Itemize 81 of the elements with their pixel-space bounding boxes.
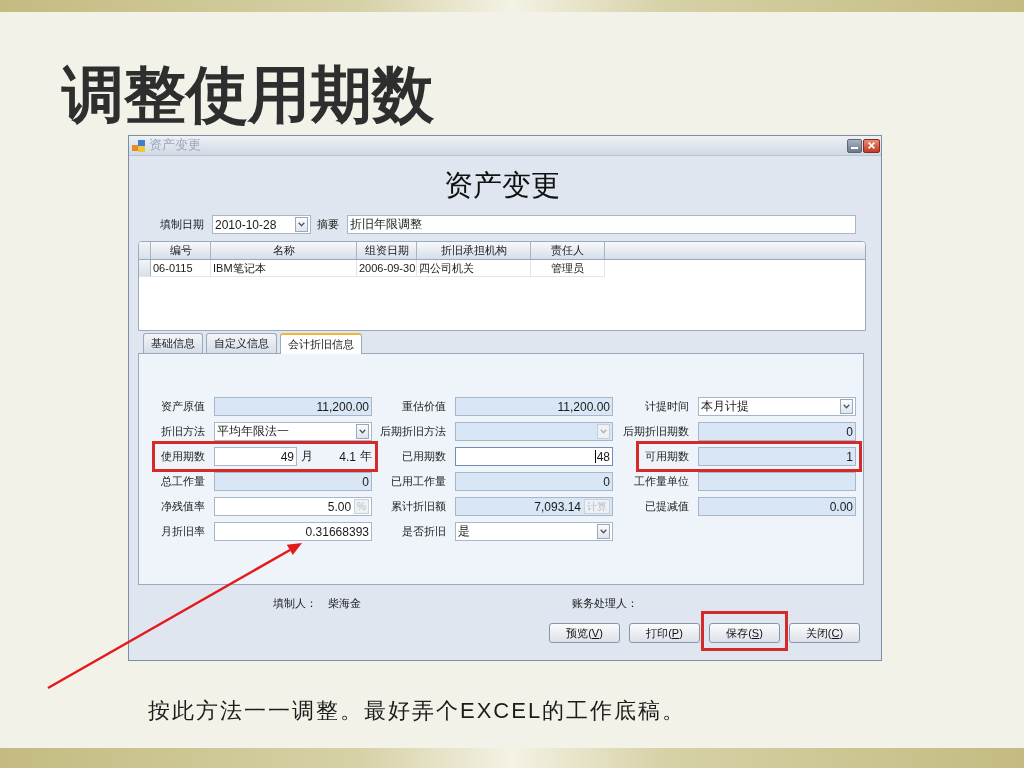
text-field[interactable]: 5.00 % [214,497,372,516]
app-icon [132,139,145,152]
text-field[interactable]: 0.00 [698,497,856,516]
text-field[interactable]: 0 [698,422,856,441]
field-label: 可用期数 [645,449,689,464]
table-cell: 四公司机关 [417,260,531,277]
column-header[interactable]: 名称 [211,242,357,259]
dropdown-button[interactable] [295,217,308,232]
field-label: 重估价值 [402,399,446,414]
text-field[interactable]: 11,200.00 [214,397,372,416]
text-field[interactable]: 0 [455,472,613,491]
table-cell: IBM笔记本 [211,260,357,277]
column-header[interactable]: 组资日期 [357,242,417,259]
table-cell: 06-0115 [151,260,211,277]
dropdown-button[interactable] [356,424,369,439]
text-field[interactable]: 折旧年限调整 [347,215,856,234]
text-field[interactable]: 48 [455,447,613,466]
field-label: 已用期数 [402,449,446,464]
field-label: 月折旧率 [161,524,205,539]
close-icon [868,142,875,149]
dialog-button[interactable]: 保存(S) [709,623,780,643]
field-label: 已用工作量 [391,474,446,489]
field-label: 折旧方法 [161,424,205,439]
field-label: 已提减值 [645,499,689,514]
field-label: 填制日期 [160,217,204,232]
chevron-down-icon [600,529,607,534]
tab[interactable]: 基础信息 [143,333,203,353]
footer-label: 账务处理人： [572,596,638,610]
field-label: 计提时间 [645,399,689,414]
years-value: 4.1 [339,449,356,464]
text-field[interactable]: 1 [698,447,856,466]
row-header-cell [139,242,151,259]
text-field[interactable]: 49 [214,447,297,466]
dialog-button[interactable]: 预览(V) [549,623,620,643]
field-label: 摘要 [317,217,339,232]
field-label: 资产原值 [161,399,205,414]
dropdown-field[interactable] [455,422,613,441]
field-label: 是否折旧 [402,524,446,539]
chevron-down-icon [600,429,607,434]
text-field[interactable]: 0 [214,472,372,491]
dropdown-button[interactable] [597,524,610,539]
field-label: 工作量单位 [634,474,689,489]
footer-value: 柴海金 [328,596,361,610]
column-header[interactable]: 折旧承担机构 [417,242,531,259]
minimize-button[interactable] [847,138,862,153]
chevron-down-icon [359,429,366,434]
row-header-cell[interactable] [139,260,151,277]
field-label: 后期折旧方法 [380,424,446,439]
dropdown-field[interactable]: 是 [455,522,613,541]
minimize-icon [851,146,858,149]
unit-label: 月 [301,448,313,465]
dialog-button[interactable]: 打印(P) [629,623,700,643]
table-cell: 管理员 [531,260,605,277]
text-cursor [594,450,596,463]
field-label: 使用期数 [161,449,205,464]
slide-title: 调整使用期数 [62,61,434,129]
chevron-down-icon [298,222,305,227]
text-field[interactable]: 0.31668393 [214,522,372,541]
dialog-button[interactable]: 关闭(C) [789,623,860,643]
tab[interactable]: 自定义信息 [206,333,277,353]
field-label: 累计折旧额 [391,499,446,514]
chevron-down-icon [843,404,850,409]
dropdown-field[interactable]: 本月计提 [698,397,856,416]
date-dropdown[interactable]: 2010-10-28 [212,215,311,234]
dropdown-field[interactable]: 平均年限法一 [214,422,372,441]
column-header[interactable]: 编号 [151,242,211,259]
unit-label: 年 [360,448,372,465]
field-label: 后期折旧期数 [623,424,689,439]
column-header[interactable]: 责任人 [531,242,605,259]
tab[interactable]: 会计折旧信息 [280,333,362,354]
dropdown-button[interactable] [840,399,853,414]
close-button[interactable] [863,138,880,153]
caption-text: 按此方法一一调整。最好弄个EXCEL的工作底稿。 [148,697,687,725]
window-title: 资产变更 [149,138,201,153]
table-cell: 2006-09-30 [357,260,417,277]
text-field[interactable]: 11,200.00 [455,397,613,416]
field-label: 净残值率 [161,499,205,514]
form-heading: 资产变更 [444,167,560,203]
footer-label: 填制人： [273,596,317,610]
text-field[interactable] [698,472,856,491]
field-label: 总工作量 [161,474,205,489]
